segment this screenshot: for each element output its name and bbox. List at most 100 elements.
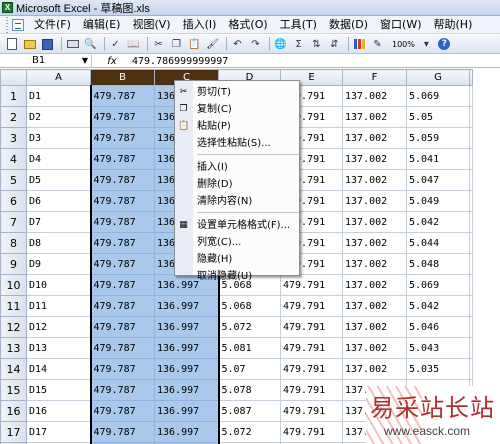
cell-a16[interactable]: D16 [26,400,91,422]
cell-a7[interactable]: D7 [26,211,91,233]
cell-e12[interactable]: 479.791 [280,316,343,338]
cell-f1[interactable]: 137.002 [342,85,407,107]
save-button[interactable] [40,37,55,52]
cell-a1[interactable]: D1 [26,85,91,107]
cell-b11[interactable]: 479.787 [89,295,155,317]
help-button[interactable]: ? [437,37,452,52]
cell-c17[interactable]: 136.997 [154,421,220,443]
menu-insert[interactable]: 插入(I) [177,17,223,33]
cell-a11[interactable]: D11 [26,295,91,317]
format-painter-button[interactable]: 🖌 [205,37,220,52]
cell-b4[interactable]: 479.787 [89,148,155,170]
cell-a10[interactable]: D10 [26,274,91,296]
cell-a5[interactable]: D5 [26,169,91,191]
cell-a3[interactable]: D3 [26,127,91,149]
research-button[interactable]: 📖 [126,37,141,52]
cell-g6[interactable]: 5.049 [406,190,470,212]
cell-c11[interactable]: 136.997 [154,295,220,317]
context-column-width[interactable]: 列宽(C)... [175,234,299,251]
row-header[interactable]: 12 [0,316,27,338]
cell-d14[interactable]: 5.07 [218,358,281,380]
cell-g14[interactable]: 5.035 [406,358,470,380]
cell-b6[interactable]: 479.787 [89,190,155,212]
column-header-empty[interactable] [469,69,473,86]
menu-edit[interactable]: 编辑(E) [77,17,127,33]
row-header[interactable]: 16 [0,400,27,422]
cut-button[interactable]: ✂ [151,37,166,52]
chart-wizard-button[interactable] [352,37,367,52]
cell-e17[interactable]: 479.791 [280,421,343,443]
cell-b8[interactable]: 479.787 [89,232,155,254]
cell-f5[interactable]: 137.002 [342,169,407,191]
column-header-a[interactable]: A [26,69,91,86]
cell-g2[interactable]: 5.05 [406,106,470,128]
cell-c16[interactable]: 136.997 [154,400,220,422]
column-header-g[interactable]: G [406,69,470,86]
cell-f4[interactable]: 137.002 [342,148,407,170]
cell-a13[interactable]: D13 [26,337,91,359]
cell-b1[interactable]: 479.787 [89,85,155,107]
cell-empty[interactable] [469,85,473,107]
undo-button[interactable]: ↶ [230,37,245,52]
cell-d12[interactable]: 5.072 [218,316,281,338]
cell-empty[interactable] [469,295,473,317]
cell-empty[interactable] [469,190,473,212]
menu-window[interactable]: 窗口(W) [374,17,427,33]
row-header[interactable]: 3 [0,127,27,149]
cell-b2[interactable]: 479.787 [89,106,155,128]
zoom-box[interactable]: 100% [392,40,415,49]
spelling-button[interactable]: ✓ [108,37,123,52]
cell-empty[interactable] [469,358,473,380]
cell-a2[interactable]: D2 [26,106,91,128]
row-header[interactable]: 15 [0,379,27,401]
menu-help[interactable]: 帮助(H) [428,17,479,33]
context-clear-contents[interactable]: 清除内容(N) [175,193,299,210]
cell-e11[interactable]: 479.791 [280,295,343,317]
drawing-button[interactable]: ✎ [370,37,385,52]
paste-button[interactable]: 📋 [187,37,202,52]
cell-empty[interactable] [469,253,473,275]
cell-e13[interactable]: 479.791 [280,337,343,359]
column-header-f[interactable]: F [342,69,407,86]
cell-d17[interactable]: 5.072 [218,421,281,443]
print-preview-button[interactable]: 🔍 [83,37,98,52]
column-header-b[interactable]: B [90,69,155,86]
menu-tools[interactable]: 工具(T) [274,17,323,33]
cell-f8[interactable]: 137.002 [342,232,407,254]
cell-f12[interactable]: 137.002 [342,316,407,338]
cell-e14[interactable]: 479.791 [280,358,343,380]
workbook-icon[interactable] [12,18,24,31]
cell-c15[interactable]: 136.997 [154,379,220,401]
context-paste-special[interactable]: 选择性粘贴(S)... [175,135,299,152]
menu-file[interactable]: 文件(F) [28,17,77,33]
cell-g7[interactable]: 5.042 [406,211,470,233]
cell-b12[interactable]: 479.787 [89,316,155,338]
row-header[interactable]: 11 [0,295,27,317]
cell-a9[interactable]: D9 [26,253,91,275]
cell-f9[interactable]: 137.002 [342,253,407,275]
cell-empty[interactable] [469,337,473,359]
cell-e16[interactable]: 479.791 [280,400,343,422]
menu-view[interactable]: 视图(V) [126,17,176,33]
cell-a4[interactable]: D4 [26,148,91,170]
cell-d16[interactable]: 5.087 [218,400,281,422]
context-copy[interactable]: ❐ 复制(C) [175,101,299,118]
cell-f2[interactable]: 137.002 [342,106,407,128]
new-button[interactable] [4,37,19,52]
cell-b15[interactable]: 479.787 [89,379,155,401]
cell-a15[interactable]: D15 [26,379,91,401]
cell-e15[interactable]: 479.791 [280,379,343,401]
name-box[interactable]: B1 ▼ [0,54,92,68]
row-header[interactable]: 9 [0,253,27,275]
cell-b10[interactable]: 479.787 [89,274,155,296]
cell-f13[interactable]: 137.002 [342,337,407,359]
cell-g5[interactable]: 5.047 [406,169,470,191]
cell-c13[interactable]: 136.997 [154,337,220,359]
row-header[interactable]: 7 [0,211,27,233]
formula-input[interactable]: 479.786999999997 [132,56,228,67]
hyperlink-button[interactable]: 🌐 [273,37,288,52]
cell-empty[interactable] [469,316,473,338]
cell-b13[interactable]: 479.787 [89,337,155,359]
cell-g9[interactable]: 5.048 [406,253,470,275]
cell-d13[interactable]: 5.081 [218,337,281,359]
